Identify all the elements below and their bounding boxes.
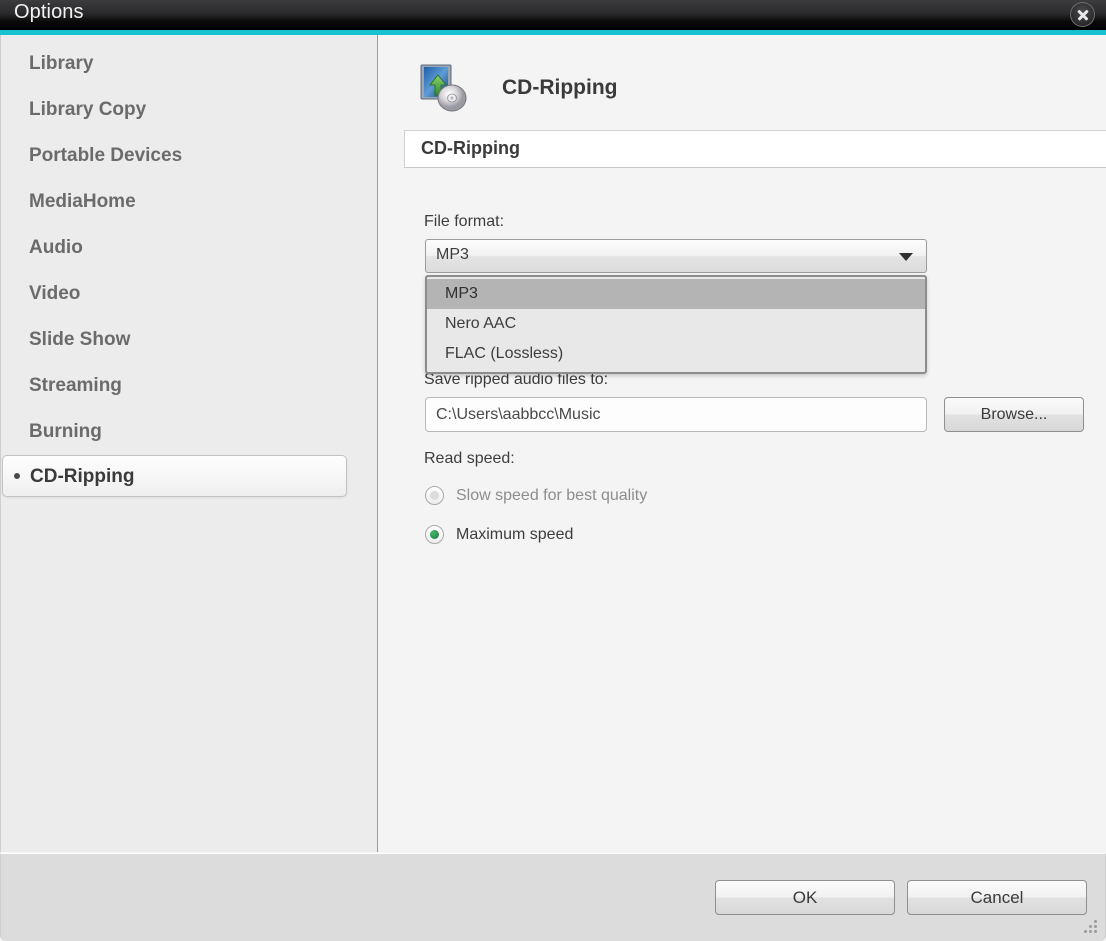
sidebar-item-label: Slide Show: [29, 329, 131, 350]
file-format-label: File format:: [424, 213, 505, 230]
sidebar-item-label: Streaming: [29, 375, 122, 396]
radio-icon-unselected: [425, 486, 444, 505]
file-format-selected-value: MP3: [436, 246, 469, 263]
ok-button[interactable]: OK: [715, 880, 895, 915]
dialog-body: Library Library Copy Portable Devices Me…: [0, 35, 1106, 852]
radio-inner-dot: [430, 530, 439, 539]
file-format-dropdown-list[interactable]: MP3 Nero AAC FLAC (Lossless): [425, 275, 927, 374]
sidebar-item-portable-devices[interactable]: Portable Devices: [1, 133, 377, 179]
sidebar-item-audio[interactable]: Audio: [1, 225, 377, 271]
save-path-input[interactable]: C:\Users\aabbcc\Music: [425, 397, 927, 432]
close-icon[interactable]: [1070, 2, 1095, 27]
cancel-button[interactable]: Cancel: [907, 880, 1087, 915]
sidebar-item-cd-ripping[interactable]: CD-Ripping: [2, 455, 347, 497]
sidebar-item-streaming[interactable]: Streaming: [1, 363, 377, 409]
groupbox-cd-ripping: CD-Ripping: [404, 130, 1106, 168]
sidebar-item-label: Video: [29, 283, 81, 304]
dialog-footer: OK Cancel: [0, 853, 1106, 941]
selected-bullet-icon: [14, 473, 20, 479]
chevron-down-icon: [899, 253, 913, 261]
sidebar-item-video[interactable]: Video: [1, 271, 377, 317]
read-speed-label: Read speed:: [424, 450, 515, 467]
sidebar: Library Library Copy Portable Devices Me…: [1, 35, 378, 852]
read-speed-option-slow[interactable]: Slow speed for best quality: [425, 486, 647, 505]
radio-inner-dot: [430, 491, 439, 500]
file-format-option-flac[interactable]: FLAC (Lossless): [427, 339, 925, 369]
read-speed-option-label: Slow speed for best quality: [456, 486, 648, 504]
sidebar-item-label: Portable Devices: [29, 145, 183, 166]
sidebar-item-label: Audio: [29, 237, 83, 258]
sidebar-item-label: CD-Ripping: [30, 466, 135, 487]
browse-button[interactable]: Browse...: [944, 397, 1084, 432]
groupbox-title: CD-Ripping: [421, 138, 520, 158]
sidebar-item-label: MediaHome: [29, 191, 136, 212]
page-header: CD-Ripping: [419, 60, 617, 116]
sidebar-item-slide-show[interactable]: Slide Show: [1, 317, 377, 363]
resize-grip-icon[interactable]: [1083, 919, 1099, 935]
radio-icon-selected: [425, 525, 444, 544]
read-speed-option-label: Maximum speed: [456, 525, 574, 543]
sidebar-item-mediahome[interactable]: MediaHome: [1, 179, 377, 225]
file-format-select[interactable]: MP3: [425, 239, 927, 273]
file-format-option-mp3[interactable]: MP3: [427, 279, 925, 309]
content-pane: CD-Ripping CD-Ripping File format: MP3 M…: [379, 35, 1106, 852]
options-dialog: Options Library Library Copy Portable De…: [0, 0, 1106, 941]
sidebar-item-label: Burning: [29, 421, 102, 442]
title-bar: Options: [0, 0, 1106, 30]
window-title: Options: [14, 1, 84, 23]
sidebar-item-library-copy[interactable]: Library Copy: [1, 87, 377, 133]
sidebar-item-label: Library Copy: [29, 99, 147, 120]
sidebar-item-burning[interactable]: Burning: [1, 409, 377, 455]
read-speed-option-maximum[interactable]: Maximum speed: [425, 525, 573, 544]
sidebar-item-label: Library: [29, 53, 94, 74]
page-title: CD-Ripping: [502, 76, 618, 99]
file-format-option-nero-aac[interactable]: Nero AAC: [427, 309, 925, 339]
sidebar-item-library[interactable]: Library: [1, 41, 377, 87]
cd-ripping-icon: [419, 62, 469, 114]
